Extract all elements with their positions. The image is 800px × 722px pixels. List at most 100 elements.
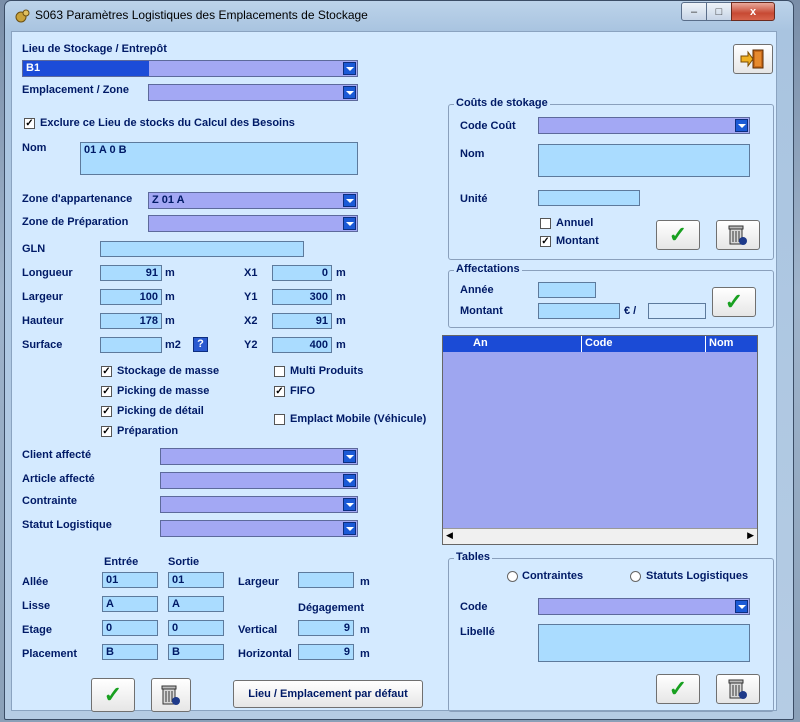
checkmark-icon: ✓ [724, 289, 744, 314]
vertical-field[interactable]: 9 [298, 620, 354, 636]
col-an[interactable]: An [473, 337, 488, 349]
placement-sortie-field[interactable]: B [168, 644, 224, 660]
hauteur-field[interactable]: 178 [100, 313, 162, 329]
picking-masse-checkbox[interactable]: ✓ [101, 386, 112, 397]
multi-produits-checkbox[interactable] [274, 366, 285, 377]
tables-code-select[interactable] [538, 598, 750, 615]
article-label: Article affecté [22, 473, 95, 485]
gln-label: GLN [22, 243, 46, 255]
zone-app-select[interactable]: Z 01 A [148, 192, 358, 209]
exclure-checkbox[interactable]: ✓ [24, 118, 35, 129]
close-button[interactable]: x [731, 2, 775, 21]
title-bar: S063 Paramètres Logistiques des Emplacem… [5, 1, 793, 31]
surface-field[interactable] [100, 337, 162, 353]
col-code[interactable]: Code [585, 337, 613, 349]
validate-button[interactable]: ✓ [91, 678, 135, 712]
etage-sortie-field[interactable]: 0 [168, 620, 224, 636]
x1-field[interactable]: 0 [272, 265, 332, 281]
largeur-unit: m [165, 291, 175, 303]
emplact-mobile-checkbox[interactable] [274, 414, 285, 425]
zone-app-label: Zone d'appartenance [22, 193, 133, 205]
scroll-left-icon[interactable]: ◀ [446, 530, 453, 541]
lieu-select[interactable]: B1 [22, 60, 358, 77]
affect-montant-field[interactable] [538, 303, 620, 319]
horizontal-field[interactable]: 9 [298, 644, 354, 660]
picking-detail-checkbox[interactable]: ✓ [101, 406, 112, 417]
default-location-button[interactable]: Lieu / Emplacement par défaut [233, 680, 423, 708]
sortie-header: Sortie [168, 556, 200, 568]
chevron-down-icon[interactable] [343, 217, 356, 230]
couts-caption: Coûts de stokage [454, 97, 550, 109]
contrainte-select[interactable] [160, 496, 358, 513]
emplacement-select[interactable] [148, 84, 358, 101]
chevron-down-icon[interactable] [343, 450, 356, 463]
x2-field[interactable]: 91 [272, 313, 332, 329]
contraintes-radio[interactable] [507, 571, 518, 582]
app-icon [15, 9, 30, 23]
lisse-entree-field[interactable]: A [102, 596, 158, 612]
x2-unit: m [336, 315, 346, 327]
zone-prep-select[interactable] [148, 215, 358, 232]
affectations-table[interactable]: An Code Nom ◀ ▶ [442, 335, 758, 545]
preparation-label: Préparation [117, 425, 179, 437]
multi-produits-label: Multi Produits [290, 365, 364, 377]
scroll-right-icon[interactable]: ▶ [747, 530, 754, 541]
nom-field[interactable]: 01 A 0 B [80, 142, 358, 175]
tables-code-label: Code [460, 601, 488, 613]
chevron-down-icon[interactable] [343, 62, 356, 75]
allee-sortie-field[interactable]: 01 [168, 572, 224, 588]
chevron-down-icon[interactable] [735, 119, 748, 132]
couts-nom-field[interactable] [538, 144, 750, 177]
couts-validate-button[interactable]: ✓ [656, 220, 700, 250]
longueur-field[interactable]: 91 [100, 265, 162, 281]
preparation-checkbox[interactable]: ✓ [101, 426, 112, 437]
article-select[interactable] [160, 472, 358, 489]
help-icon[interactable]: ? [193, 337, 208, 352]
y1-field[interactable]: 300 [272, 289, 332, 305]
couts-delete-button[interactable] [716, 220, 760, 250]
stockage-masse-checkbox[interactable]: ✓ [101, 366, 112, 377]
annee-field[interactable] [538, 282, 596, 298]
horizontal-scrollbar[interactable]: ◀ ▶ [443, 528, 757, 544]
currency-label: € / [624, 305, 637, 317]
largeur2-field[interactable] [298, 572, 354, 588]
code-cout-select[interactable] [538, 117, 750, 134]
libelle-field[interactable] [538, 624, 750, 662]
statut-select[interactable] [160, 520, 358, 537]
client-select[interactable] [160, 448, 358, 465]
chevron-down-icon[interactable] [735, 600, 748, 613]
chevron-down-icon[interactable] [343, 474, 356, 487]
fifo-checkbox[interactable]: ✓ [274, 386, 285, 397]
col-nom[interactable]: Nom [709, 337, 733, 349]
gln-field[interactable] [100, 241, 304, 257]
unite-field[interactable] [538, 190, 640, 206]
tables-delete-button[interactable] [716, 674, 760, 704]
etage-entree-field[interactable]: 0 [102, 620, 158, 636]
chevron-down-icon[interactable] [343, 522, 356, 535]
y2-field[interactable]: 400 [272, 337, 332, 353]
y2-unit: m [336, 339, 346, 351]
chevron-down-icon[interactable] [343, 498, 356, 511]
chevron-down-icon[interactable] [343, 194, 356, 207]
longueur-unit: m [165, 267, 175, 279]
largeur-field[interactable]: 100 [100, 289, 162, 305]
statuts-radio[interactable] [630, 571, 641, 582]
horizontal-unit: m [360, 648, 370, 660]
allee-entree-field[interactable]: 01 [102, 572, 158, 588]
surface-label: Surface [22, 339, 63, 351]
chevron-down-icon[interactable] [343, 86, 356, 99]
placement-entree-field[interactable]: B [102, 644, 158, 660]
lisse-sortie-field[interactable]: A [168, 596, 224, 612]
annuel-checkbox[interactable] [540, 218, 551, 229]
exit-button[interactable] [733, 44, 773, 74]
minimize-button[interactable]: – [681, 2, 707, 21]
montant-checkbox[interactable]: ✓ [540, 236, 551, 247]
affect-validate-button[interactable]: ✓ [712, 287, 756, 317]
largeur2-unit: m [360, 576, 370, 588]
vertical-label: Vertical [238, 624, 278, 636]
delete-button[interactable] [151, 678, 191, 712]
picking-detail-label: Picking de détail [117, 405, 204, 417]
statut-label: Statut Logistique [22, 519, 112, 531]
tables-validate-button[interactable]: ✓ [656, 674, 700, 704]
maximize-button[interactable]: □ [706, 2, 732, 21]
